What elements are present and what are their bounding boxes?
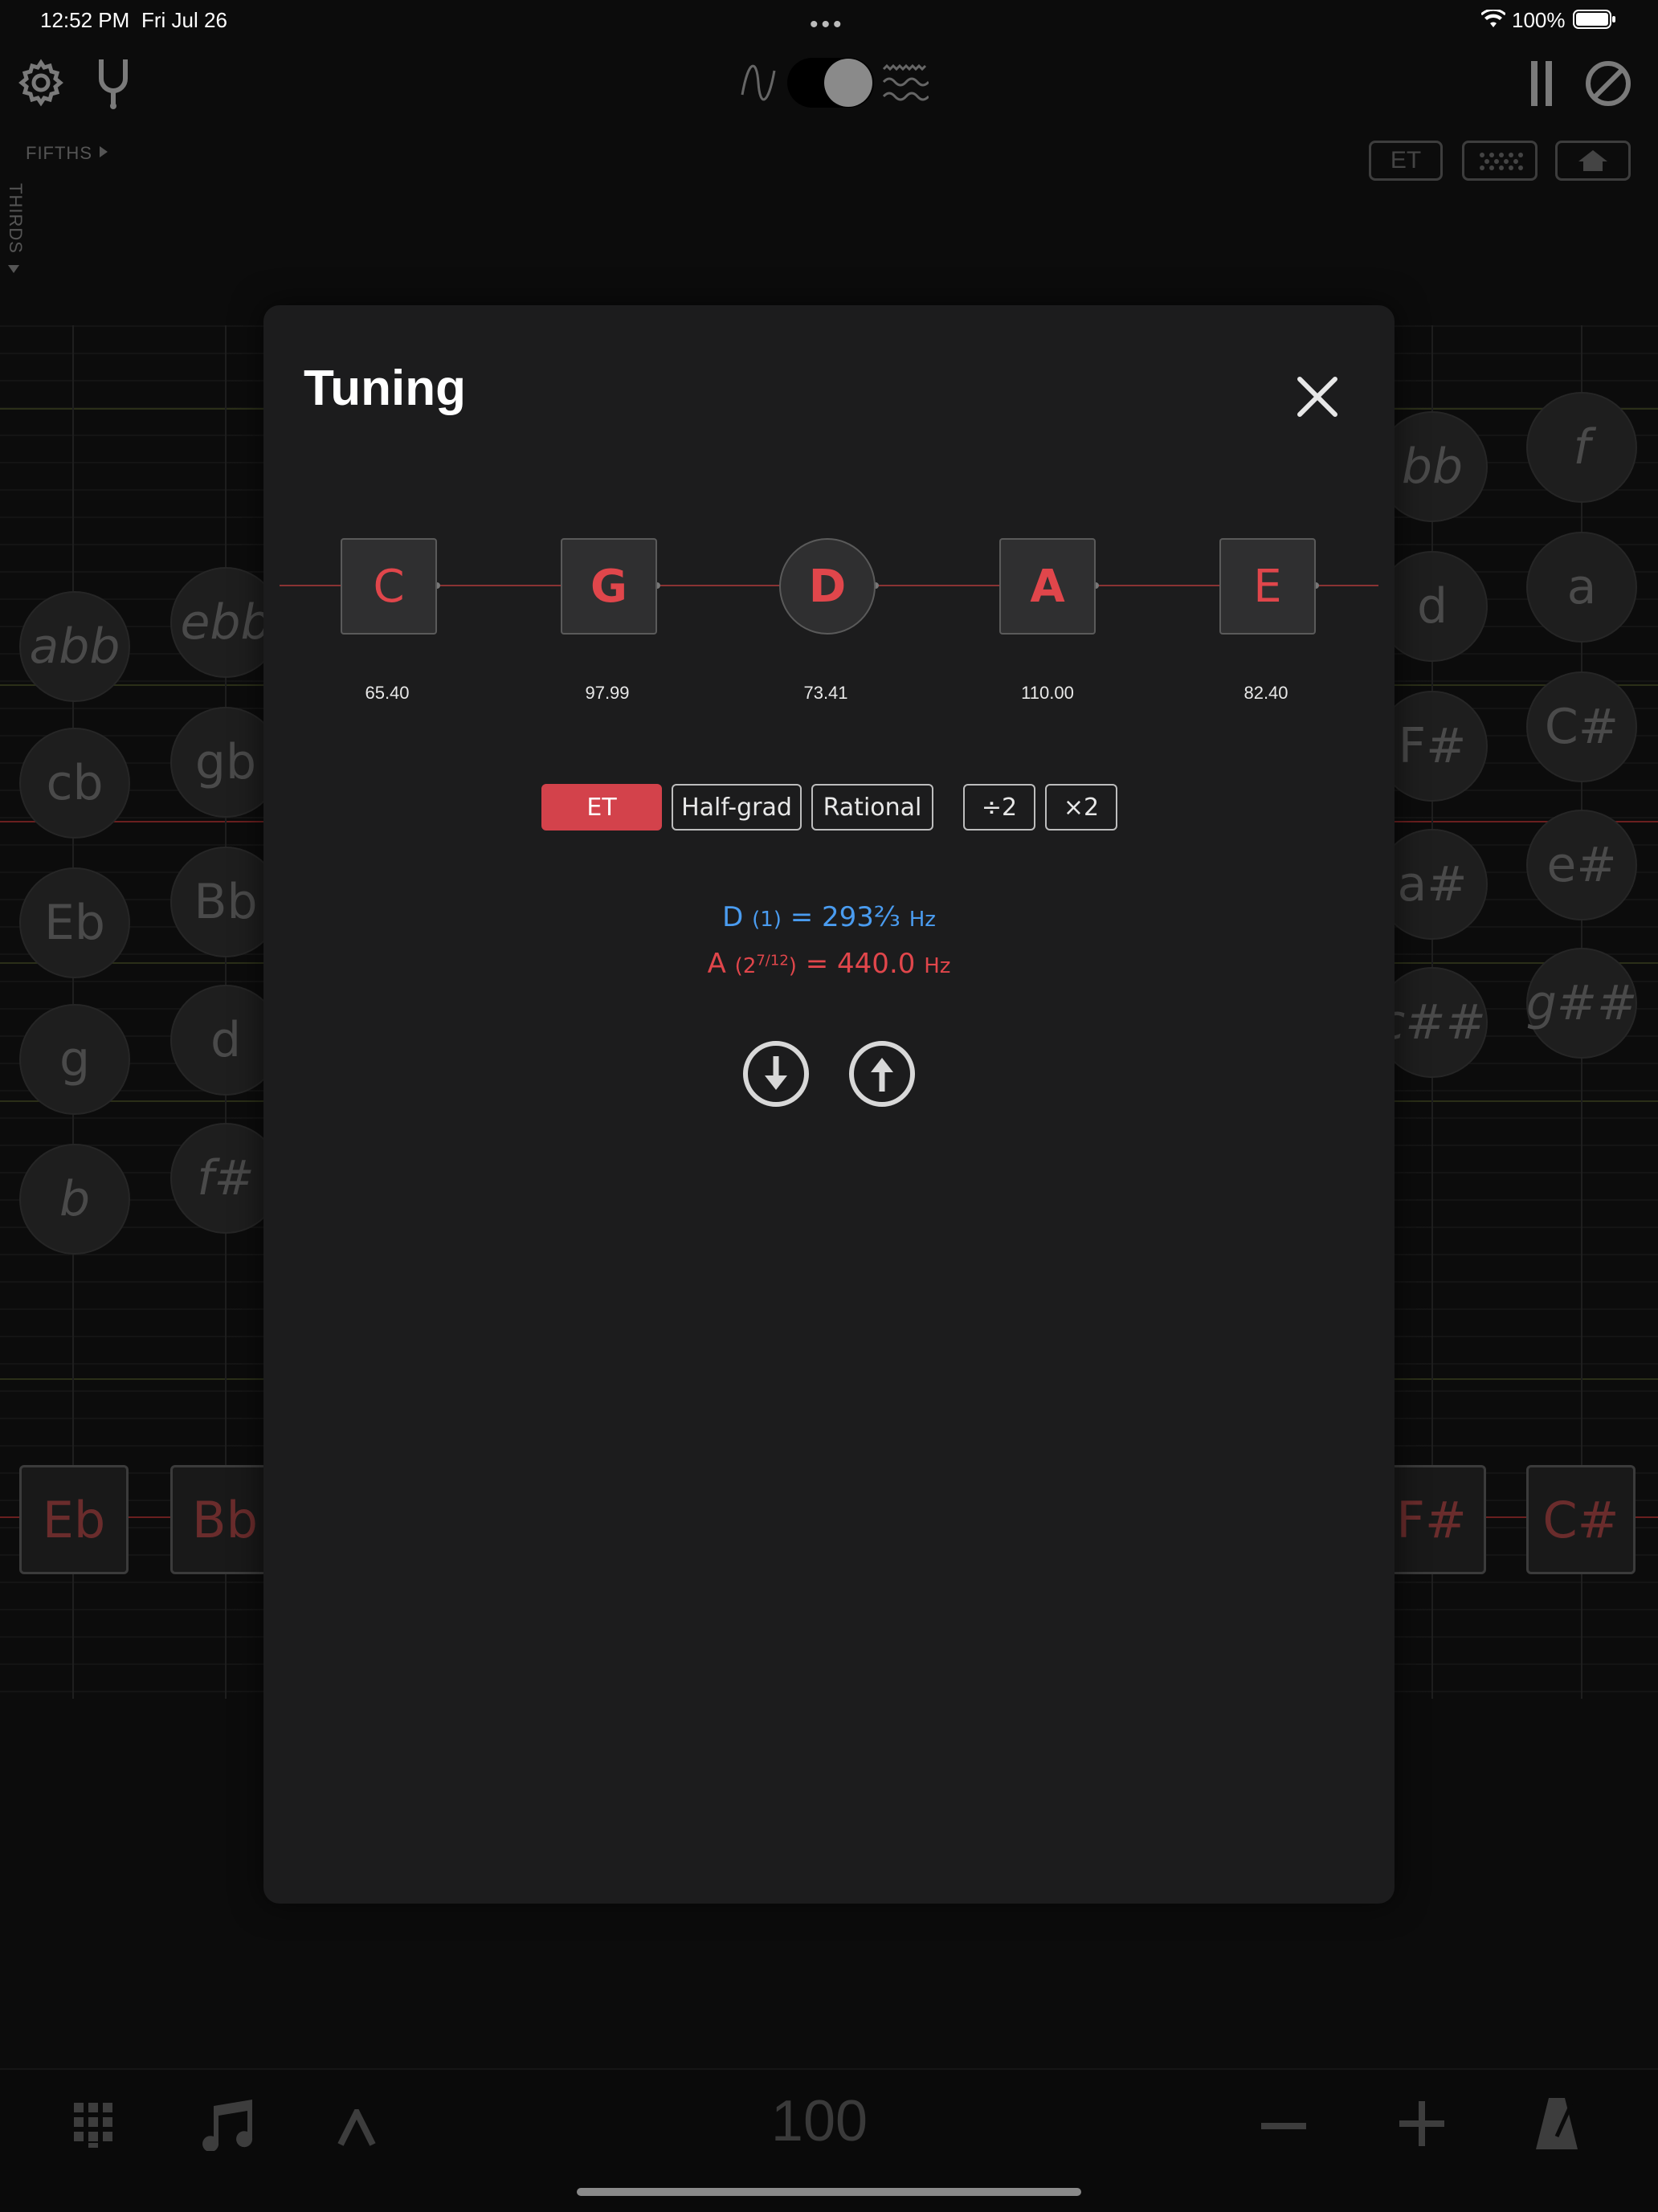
fifths-arrow-icon <box>98 145 109 163</box>
half-grad-button[interactable]: Half-grad <box>672 784 802 831</box>
complex-wave-icon <box>882 63 930 108</box>
lambda-icon[interactable] <box>337 2105 376 2150</box>
ref-eq: = 293⅔ <box>790 901 900 933</box>
ref-note: A <box>707 948 726 980</box>
freq-e: 82.40 <box>1244 683 1288 703</box>
ref-unit: Hz <box>924 954 951 978</box>
bg-note[interactable]: g <box>19 1004 130 1115</box>
ref-note: D <box>722 901 744 933</box>
bg-note[interactable]: cb <box>19 728 130 839</box>
bg-note[interactable]: e# <box>1526 810 1637 920</box>
gear-icon[interactable] <box>16 58 66 108</box>
battery-icon <box>1573 10 1616 33</box>
plus-icon[interactable] <box>1399 2101 1444 2150</box>
freq-c: 65.40 <box>365 683 410 703</box>
home-icon <box>1578 150 1607 171</box>
arrow-down-circle-icon <box>743 1041 809 1107</box>
close-button[interactable] <box>1292 371 1343 422</box>
music-note-icon[interactable] <box>199 2100 257 2155</box>
ref-ratio-exponent: 7/12 <box>756 952 789 969</box>
fifths-label[interactable]: FIFTHS <box>26 143 92 164</box>
close-icon <box>1297 377 1337 417</box>
thirds-label[interactable]: THIRDS <box>5 183 26 254</box>
note-key-c[interactable]: C <box>341 538 437 635</box>
divide-by-two-button[interactable]: ÷2 <box>963 784 1035 831</box>
bg-note[interactable]: b <box>19 1144 130 1255</box>
freq-g: 97.99 <box>585 683 630 703</box>
et-button[interactable]: ET <box>541 784 662 831</box>
reference-pitch-red[interactable]: A (27/12) = 440.0 Hz <box>263 948 1395 980</box>
modal-title: Tuning <box>304 361 466 416</box>
freq-a: 110.00 <box>1021 683 1074 703</box>
waveform-toggle[interactable] <box>787 58 874 108</box>
tempo-value[interactable]: 100 <box>723 2088 916 2154</box>
home-button[interactable] <box>1555 141 1631 181</box>
minus-icon[interactable] <box>1261 2120 1306 2135</box>
tuning-fork-icon[interactable] <box>93 56 133 109</box>
arrow-up-circle-icon <box>849 1041 915 1107</box>
reference-pitch-blue[interactable]: D (1) = 293⅔ Hz <box>263 901 1395 933</box>
ref-ratio-open: (2 <box>734 954 757 978</box>
et-mode-button[interactable]: ET <box>1369 141 1443 181</box>
tuning-modal: Tuning C G D A E 65.40 97.99 73.41 110.0… <box>263 305 1395 1904</box>
metronome-icon[interactable] <box>1534 2096 1579 2155</box>
download-button[interactable] <box>742 1040 810 1108</box>
ref-ratio: (1) <box>752 908 782 932</box>
status-date: Fri Jul 26 <box>141 8 227 32</box>
ref-ratio-close: ) <box>788 954 797 978</box>
note-key-e[interactable]: E <box>1219 538 1316 635</box>
home-indicator[interactable] <box>577 2188 1081 2196</box>
ref-eq: = 440.0 <box>805 948 916 980</box>
battery-percent: 100% <box>1512 8 1566 32</box>
bg-note[interactable]: f <box>1526 392 1637 503</box>
stop-icon[interactable] <box>1584 59 1632 112</box>
thirds-arrow-icon <box>6 263 21 279</box>
bg-key[interactable]: C# <box>1526 1465 1636 1574</box>
multiply-by-two-button[interactable]: ×2 <box>1045 784 1117 831</box>
upload-button[interactable] <box>848 1040 916 1108</box>
status-time: 12:52 PM <box>40 8 130 32</box>
pause-icon[interactable] <box>1531 61 1552 110</box>
bg-note[interactable]: g## <box>1526 948 1637 1059</box>
freq-d: 73.41 <box>803 683 848 703</box>
wifi-icon <box>1480 8 1507 33</box>
keypad-button[interactable] <box>1462 141 1538 181</box>
note-key-a[interactable]: A <box>999 538 1096 635</box>
bg-note[interactable]: Eb <box>19 867 130 978</box>
note-key-d-reference[interactable]: D <box>779 538 876 635</box>
rational-button[interactable]: Rational <box>811 784 933 831</box>
multitask-dots[interactable]: ••• <box>810 11 845 39</box>
bg-key[interactable]: Eb <box>19 1465 129 1574</box>
bg-note[interactable]: a <box>1526 532 1637 643</box>
sine-wave-icon <box>741 63 776 107</box>
bg-note[interactable]: C# <box>1526 671 1637 782</box>
keypad-grid-icon[interactable] <box>74 2103 114 2152</box>
keypad-dots-icon <box>1480 153 1523 170</box>
note-key-g[interactable]: G <box>561 538 657 635</box>
ref-unit: Hz <box>909 908 936 932</box>
bg-note[interactable]: abb <box>19 591 130 702</box>
